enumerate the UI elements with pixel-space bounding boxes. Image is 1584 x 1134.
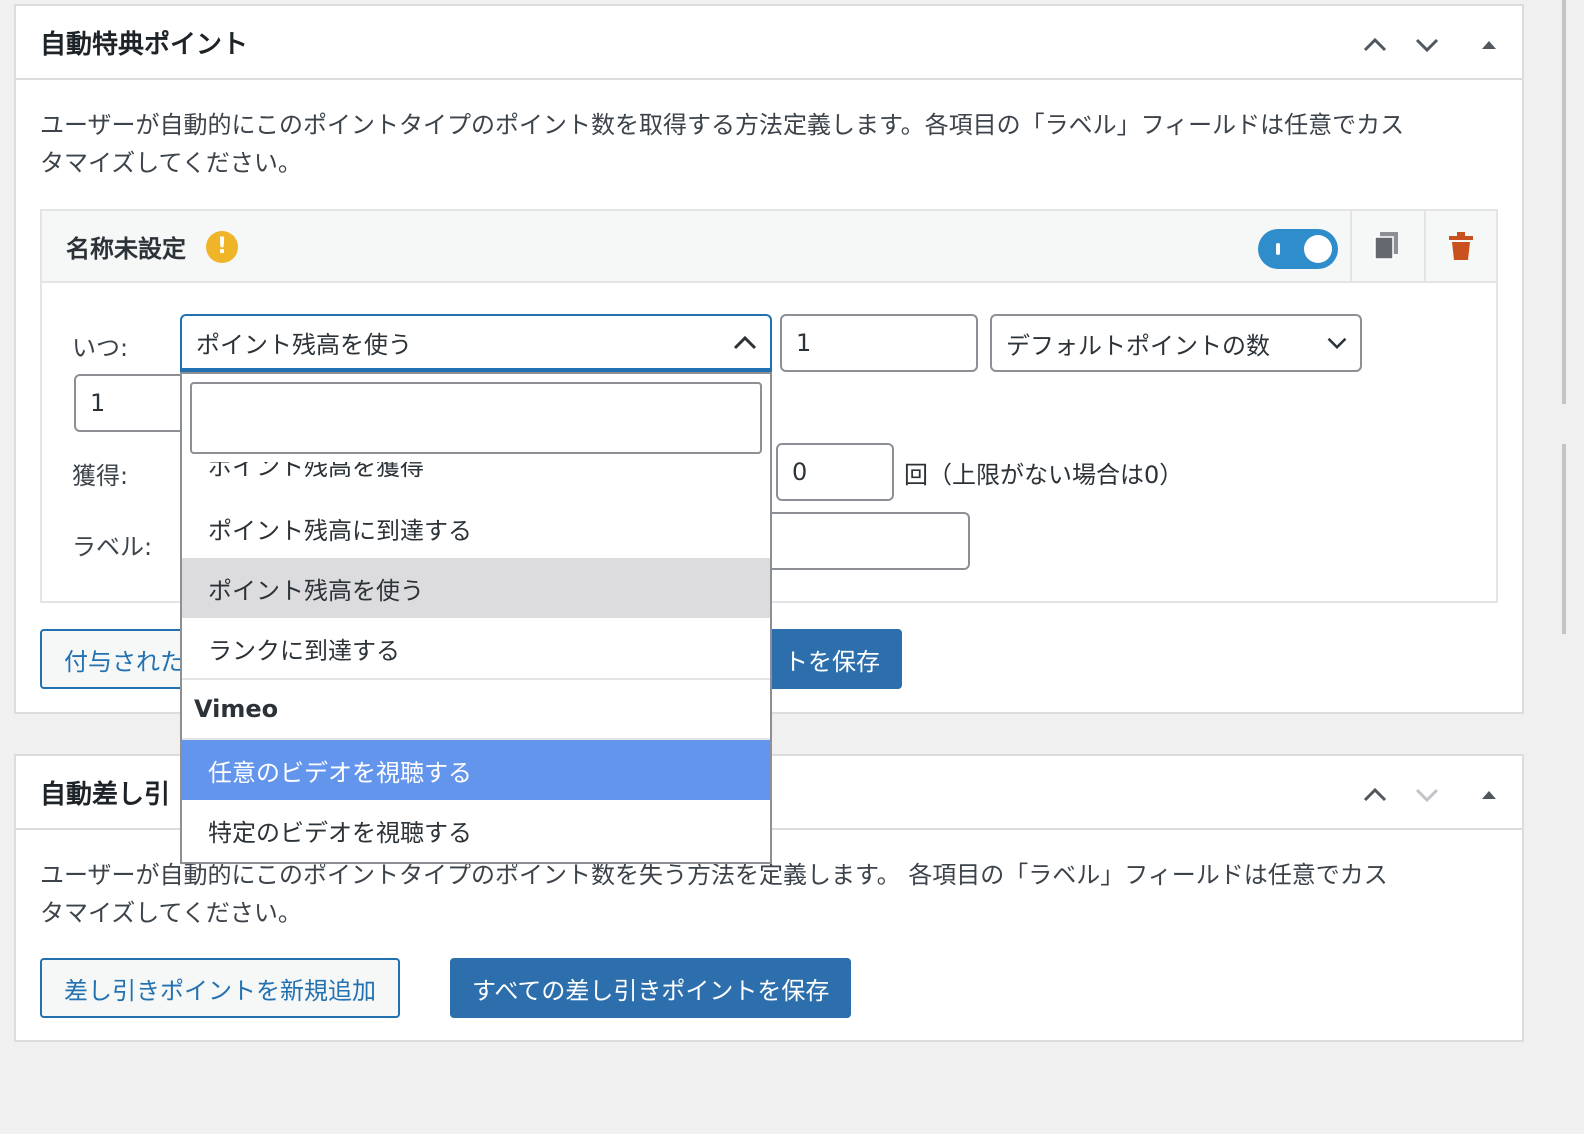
add-deduct-point-button[interactable]: 差し引きポイントを新規追加 [40,958,400,1018]
points-type-select[interactable]: デフォルトポイントの数 [990,314,1362,372]
move-up-icon[interactable] [1362,32,1388,58]
when-label: いつ: [72,334,129,362]
duplicate-icon[interactable] [1370,229,1404,263]
save-deduct-points-button[interactable]: すべての差し引きポイントを保存 [450,958,852,1018]
scrollbar-edge [1562,444,1566,634]
earn-label: 獲得: [72,462,129,490]
enable-toggle[interactable] [1258,229,1338,269]
toggle-knob [1304,235,1332,263]
chevron-up-icon [733,335,757,350]
amount-input[interactable]: 1 [780,314,978,372]
panel-description: ユーザーが自動的にこのポイントタイプのポイント数を取得する方法定義します。各項目… [40,106,1404,182]
dropdown-option-selected[interactable]: ポイント残高を使う [182,558,770,618]
dropdown-option-highlighted[interactable]: 任意のビデオを視聴する [182,740,770,800]
auto-points-panel-header: 自動特典ポイント [16,6,1522,80]
delete-icon[interactable] [1444,229,1478,263]
dropdown-option[interactable]: ポイント残高に到達する [182,498,770,558]
label-label: ラベル: [72,533,153,561]
trigger-select-value: ポイント残高を使う [196,330,412,359]
warning-icon: ! [206,231,238,263]
toggle-bar [1276,243,1280,255]
trigger-select[interactable]: ポイント残高を使う [180,314,772,372]
divider [1350,211,1352,281]
dropdown-option[interactable]: 特定のビデオを視聴する [182,800,770,860]
dropdown-option[interactable]: ポイント残高を獲得 [182,462,770,494]
limit-input[interactable]: 0 [776,443,894,501]
move-up-icon[interactable] [1362,782,1388,808]
description-line: タマイズしてください。 [40,899,302,927]
chevron-down-icon [1327,337,1347,350]
trigger-dropdown: ポイント残高を獲得 ポイント残高に到達する ポイント残高を使う ランクに到達する… [180,372,772,864]
description-line: ユーザーが自動的にこのポイントタイプのポイント数を取得する方法定義します。各項目… [40,111,1405,139]
rule-title: 名称未設定 [66,235,186,263]
rule-card-header[interactable]: 名称未設定 ! [42,211,1496,283]
panel-title: 自動差し引 [40,780,171,810]
dropdown-option[interactable]: ランクに到達する [182,618,770,678]
limit-note: 回（上限がない場合は0） [904,461,1184,489]
collapse-toggle-icon[interactable] [1476,782,1502,808]
panel-title: 自動特典ポイント [40,30,249,60]
divider [1424,211,1426,281]
move-down-icon[interactable] [1414,32,1440,58]
dropdown-search-input[interactable] [190,382,762,454]
scrollbar-edge [1562,0,1566,404]
description-line: タマイズしてください。 [40,149,302,177]
dropdown-group-label: Vimeo [182,678,770,740]
collapse-toggle-icon[interactable] [1476,32,1502,58]
dropdown-options: ポイント残高を獲得 ポイント残高に到達する ポイント残高を使う ランクに到達する… [182,462,770,862]
move-down-icon[interactable] [1414,782,1440,808]
points-type-value: デフォルトポイントの数 [1006,331,1270,360]
panel-description: ユーザーが自動的にこのポイントタイプのポイント数を失う方法を定義します。 各項目… [40,856,1388,932]
